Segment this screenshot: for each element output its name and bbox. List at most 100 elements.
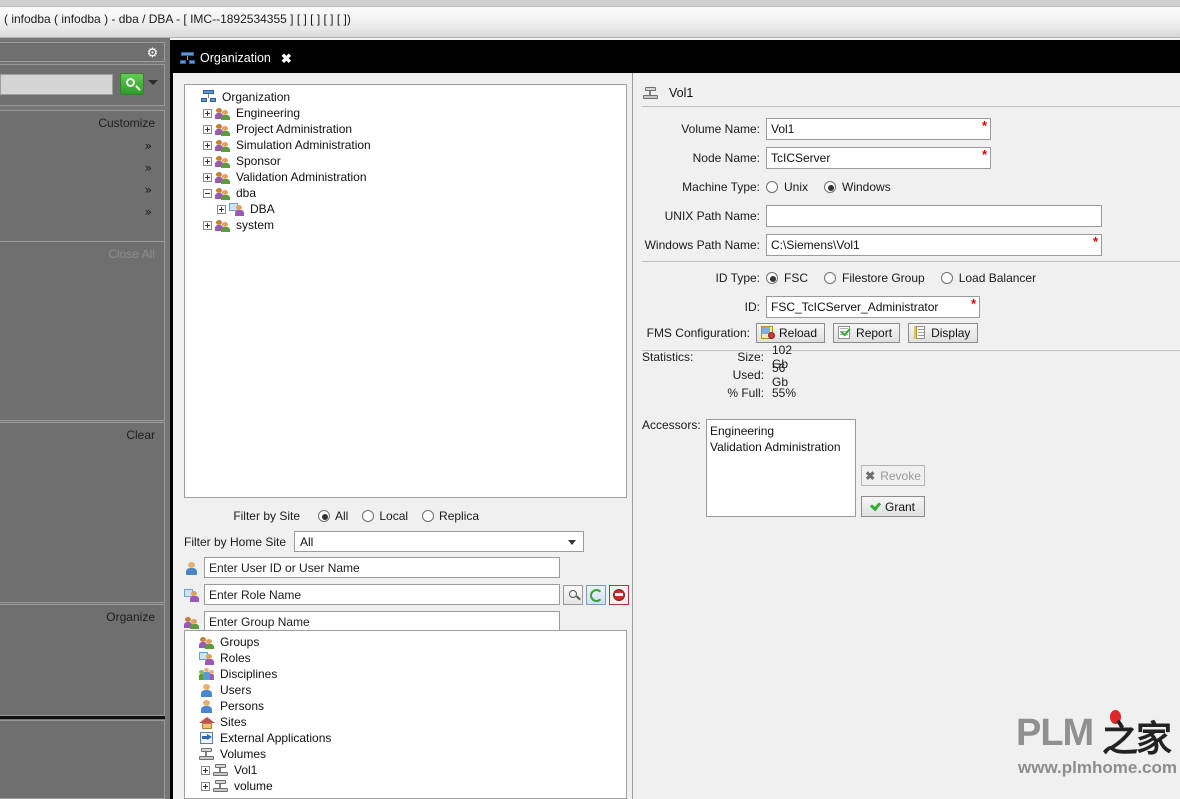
organization-left-pane: Organization Engineering Project Administr… (170, 73, 633, 799)
radio-fsc[interactable] (766, 272, 778, 284)
windows-path-field[interactable] (766, 234, 1102, 256)
sidebar-section-label: Close All (108, 247, 155, 261)
radio-replica[interactable] (422, 510, 435, 522)
list-item[interactable]: Vol1 (187, 762, 626, 778)
expand-icon[interactable] (203, 156, 212, 166)
list-item[interactable]: Persons (187, 698, 626, 714)
sidebar-section-clear[interactable]: Clear (0, 422, 165, 603)
group-icon (215, 138, 231, 152)
sidebar-section-close-all[interactable]: Close All (0, 241, 165, 421)
id-field[interactable] (766, 296, 980, 318)
tree-node[interactable]: DBA (189, 201, 626, 217)
sidebar-section-organize[interactable]: Organize (0, 604, 165, 716)
organization-icon (180, 51, 195, 65)
expand-icon[interactable] (203, 220, 212, 230)
sidebar-chevron-3[interactable]: » (145, 179, 152, 201)
refresh-button[interactable] (586, 584, 606, 605)
radio-all[interactable] (318, 510, 330, 522)
fms-display-button[interactable]: Display (908, 323, 979, 343)
gear-icon[interactable]: ⚙ (146, 46, 159, 59)
organization-tree[interactable]: Organization Engineering Project Administr… (184, 84, 627, 498)
home-site-select[interactable]: All (294, 531, 584, 552)
stop-button[interactable] (609, 584, 629, 605)
expand-icon[interactable] (203, 140, 212, 150)
tree-node[interactable]: Organization (189, 89, 626, 105)
tree-node-label: Engineering (236, 106, 301, 120)
close-icon[interactable]: ✖ (281, 52, 292, 65)
expand-icon[interactable] (217, 204, 226, 214)
radio-windows[interactable] (824, 181, 837, 193)
accessors-list[interactable]: Engineering Validation Administration (706, 419, 856, 517)
tree-node[interactable]: Project Administration (189, 121, 626, 137)
volume-name-field[interactable] (766, 118, 991, 140)
list-item[interactable]: Engineering (710, 423, 855, 439)
tree-node[interactable]: system (189, 217, 626, 233)
statistics-label: Statistics: (642, 350, 694, 364)
tree-node[interactable]: Engineering (189, 105, 626, 121)
list-item[interactable]: Validation Administration (710, 439, 855, 455)
tree-node[interactable]: Validation Administration (189, 169, 626, 185)
sidebar-chevron-4[interactable]: » (145, 201, 152, 223)
radio-unix[interactable] (766, 181, 778, 193)
tree-node-label: DBA (250, 202, 275, 216)
sidebar-chevron-2[interactable]: » (145, 157, 152, 179)
collapse-icon[interactable] (203, 188, 212, 198)
search-icon[interactable] (120, 73, 144, 95)
organization-object-list[interactable]: Groups Roles Disciplines Users Persons Sites E… (184, 630, 627, 799)
node-name-field[interactable] (766, 147, 991, 169)
discipline-icon (199, 667, 215, 681)
group-filter-input[interactable] (204, 611, 560, 632)
grant-button[interactable]: Grant (861, 496, 925, 517)
id-type-option-fsc[interactable]: FSC (766, 271, 808, 285)
unix-path-field[interactable] (766, 205, 1102, 227)
reload-icon (761, 326, 775, 340)
sidebar-divider (0, 716, 165, 719)
role-filter-input[interactable] (204, 584, 560, 605)
expand-icon[interactable] (203, 108, 212, 118)
filter-site-option-local[interactable]: Local (362, 509, 408, 523)
chevron-down-icon[interactable] (148, 80, 158, 85)
watermark-url: www.plmhome.com (1018, 758, 1178, 777)
id-type-option-filestore-group[interactable]: Filestore Group (824, 271, 925, 285)
tab-organization[interactable]: Organization ✖ (174, 43, 312, 73)
expand-icon[interactable] (201, 781, 210, 791)
machine-type-option-windows[interactable]: Windows (824, 180, 891, 194)
radio-load-balancer[interactable] (940, 272, 953, 284)
filter-site-option-all[interactable]: All (318, 509, 348, 523)
list-item[interactable]: volume (187, 778, 626, 794)
tree-node[interactable]: dba (189, 185, 626, 201)
list-item[interactable]: Groups (187, 634, 626, 650)
tree-node[interactable]: Sponsor (189, 153, 626, 169)
machine-type-option-unix[interactable]: Unix (766, 180, 808, 194)
user-filter-input[interactable] (204, 557, 560, 578)
radio-filestore-group[interactable] (824, 272, 836, 284)
size-label: Size: (737, 350, 764, 364)
sidebar-search-section (0, 64, 165, 106)
volume-icon (213, 763, 229, 777)
fms-display-label: Display (931, 326, 971, 340)
group-icon (184, 615, 200, 629)
list-item[interactable]: Users (187, 682, 626, 698)
search-button[interactable] (563, 584, 583, 605)
x-icon: ✖ (865, 468, 876, 483)
radio-local[interactable] (362, 510, 375, 522)
id-type-row: ID Type: FSC Filestore Group Load Balanc… (642, 267, 1052, 289)
list-item[interactable]: Sites (187, 714, 626, 730)
list-item[interactable]: Roles (187, 650, 626, 666)
expand-icon[interactable] (203, 124, 212, 134)
tree-node[interactable]: Simulation Administration (189, 137, 626, 153)
revoke-button[interactable]: ✖ Revoke (861, 465, 925, 486)
filter-site-option-replica[interactable]: Replica (422, 509, 479, 523)
fms-reload-button[interactable]: Reload (756, 323, 826, 343)
details-header: Vol1 (634, 81, 1180, 105)
list-item[interactable]: Volumes (187, 746, 626, 762)
expand-icon[interactable] (203, 172, 212, 182)
list-item[interactable]: External Applications (187, 730, 626, 746)
sidebar-chevron-1[interactable]: » (145, 135, 152, 157)
list-item-label: Sites (220, 715, 247, 729)
id-type-option-load-balancer[interactable]: Load Balancer (940, 271, 1036, 285)
expand-icon[interactable] (201, 765, 210, 775)
search-input[interactable] (0, 74, 113, 95)
fms-report-button[interactable]: Report (833, 323, 901, 343)
list-item[interactable]: Disciplines (187, 666, 626, 682)
